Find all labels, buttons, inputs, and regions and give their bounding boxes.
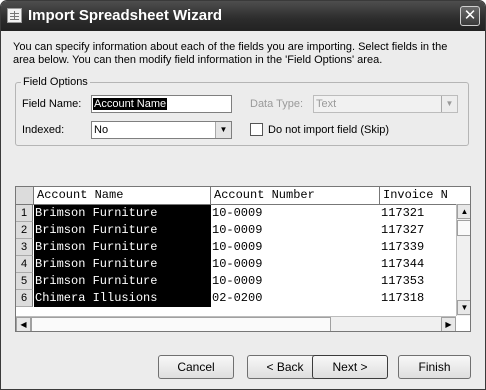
intro-line-1: You can specify information about each o… bbox=[13, 41, 448, 53]
table-cell: Brimson Furniture bbox=[34, 222, 211, 239]
data-type-value: Text bbox=[316, 98, 337, 110]
data-type-select[interactable]: Text ▼ bbox=[313, 95, 458, 113]
title-bar: Import Spreadsheet Wizard ✕ bbox=[1, 1, 485, 31]
chevron-down-icon: ▼ bbox=[441, 96, 457, 112]
finish-button[interactable]: Finish bbox=[398, 355, 471, 379]
table-row: 5 Brimson Furniture 10-0009 117353 bbox=[16, 273, 456, 290]
table-cell: 10-0009 bbox=[212, 206, 263, 220]
table-cell: 10-0009 bbox=[212, 274, 263, 288]
arrow-up-icon: ▲ bbox=[460, 207, 469, 216]
scroll-right-button[interactable]: ▶ bbox=[441, 317, 456, 331]
table-row: 3 Brimson Furniture 10-0009 117339 bbox=[16, 239, 456, 256]
vertical-scroll-thumb[interactable] bbox=[457, 220, 470, 236]
field-name-input[interactable]: Account Name bbox=[91, 95, 232, 113]
field-options-legend: Field Options bbox=[23, 76, 88, 88]
table-row: 4 Brimson Furniture 10-0009 117344 bbox=[16, 256, 456, 273]
table-row: 6 Chimera Illusions 02-0200 117318 bbox=[16, 290, 456, 307]
skip-field-label[interactable]: Do not import field (Skip) bbox=[268, 124, 389, 136]
table-row: 2 Brimson Furniture 10-0009 117327 bbox=[16, 222, 456, 239]
dialog-title: Import Spreadsheet Wizard bbox=[28, 7, 223, 24]
arrow-down-icon: ▼ bbox=[460, 303, 469, 312]
scroll-left-button[interactable]: ◀ bbox=[16, 317, 31, 331]
table-cell: 02-0200 bbox=[212, 291, 263, 305]
row-number: 1 bbox=[16, 205, 33, 222]
table-cell: Brimson Furniture bbox=[34, 256, 211, 273]
table-cell: Brimson Furniture bbox=[34, 205, 211, 222]
data-preview-grid: Account Name Account Number Invoice N 1B… bbox=[15, 186, 471, 332]
table-row: 1 Brimson Furniture 10-0009 117321 bbox=[16, 205, 456, 222]
horizontal-scroll-thumb[interactable] bbox=[31, 317, 331, 331]
table-cell: 10-0009 bbox=[212, 240, 263, 254]
row-number: 4 bbox=[16, 256, 33, 273]
close-button[interactable]: ✕ bbox=[460, 6, 480, 26]
scroll-up-button[interactable]: ▲ bbox=[457, 204, 470, 219]
column-header-account-name[interactable]: Account Name bbox=[34, 187, 211, 204]
wizard-dialog: Import Spreadsheet Wizard ✕ You can spec… bbox=[0, 0, 486, 390]
field-name-label: Field Name: bbox=[22, 98, 82, 110]
table-cell: 10-0009 bbox=[212, 257, 263, 271]
intro-line-2: area below. You can then modify field in… bbox=[13, 54, 383, 66]
skip-field-checkbox[interactable] bbox=[250, 123, 263, 136]
close-icon: ✕ bbox=[463, 7, 477, 24]
grid-header-row: Account Name Account Number Invoice N bbox=[16, 187, 456, 205]
next-button[interactable]: Next > bbox=[312, 355, 388, 379]
table-cell: 117339 bbox=[381, 240, 425, 254]
chevron-down-icon: ▼ bbox=[215, 122, 231, 138]
row-number: 2 bbox=[16, 222, 33, 239]
vertical-scrollbar[interactable]: ▲ ▼ bbox=[456, 204, 470, 316]
intro-text: You can specify information about each o… bbox=[13, 41, 473, 67]
grid-corner bbox=[16, 187, 34, 204]
table-cell: Brimson Furniture bbox=[34, 239, 211, 256]
table-cell: 117327 bbox=[381, 223, 425, 237]
arrow-left-icon: ◀ bbox=[20, 320, 27, 329]
spreadsheet-icon bbox=[7, 8, 22, 23]
horizontal-scrollbar[interactable]: ◀ ▶ bbox=[16, 316, 456, 331]
table-cell: 117353 bbox=[381, 274, 425, 288]
arrow-right-icon: ▶ bbox=[445, 320, 452, 329]
row-number: 3 bbox=[16, 239, 33, 256]
indexed-value: No bbox=[94, 124, 109, 136]
row-number: 6 bbox=[16, 290, 33, 307]
table-cell: Chimera Illusions bbox=[34, 290, 211, 307]
data-type-label: Data Type: bbox=[250, 98, 303, 110]
column-header-account-number[interactable]: Account Number bbox=[211, 187, 380, 204]
indexed-label: Indexed: bbox=[22, 124, 65, 136]
indexed-select[interactable]: No ▼ bbox=[91, 121, 232, 139]
cancel-button[interactable]: Cancel bbox=[158, 355, 234, 379]
field-name-value: Account Name bbox=[93, 98, 168, 110]
table-cell: 117321 bbox=[381, 206, 425, 220]
table-cell: 117344 bbox=[381, 257, 425, 271]
table-cell: Brimson Furniture bbox=[34, 273, 211, 290]
row-number: 5 bbox=[16, 273, 33, 290]
column-header-invoice-number[interactable]: Invoice N bbox=[380, 187, 456, 204]
grid-viewport: Account Name Account Number Invoice N 1B… bbox=[16, 187, 456, 316]
table-cell: 117318 bbox=[381, 291, 425, 305]
scroll-down-button[interactable]: ▼ bbox=[457, 300, 470, 315]
table-cell: 10-0009 bbox=[212, 223, 263, 237]
